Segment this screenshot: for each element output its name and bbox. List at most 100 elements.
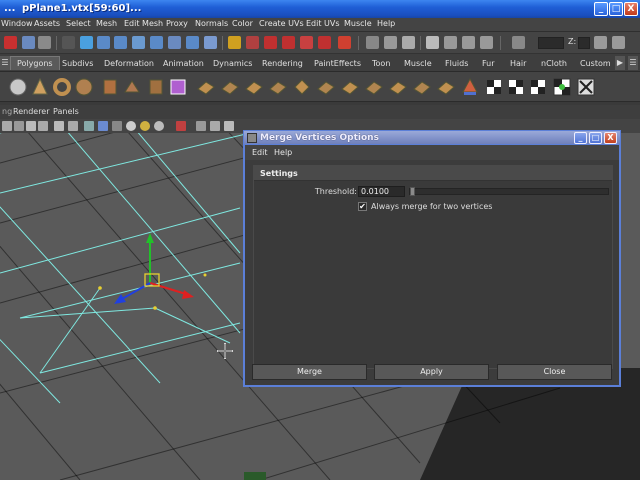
tab-hair[interactable]: Hair bbox=[510, 57, 526, 71]
open-scene-icon[interactable] bbox=[38, 36, 51, 49]
make-live-icon[interactable] bbox=[168, 36, 181, 49]
shelf-scroll-right-icon[interactable]: ▶ bbox=[615, 56, 625, 70]
snap-grid-icon[interactable] bbox=[97, 36, 110, 49]
combine-icon[interactable] bbox=[196, 77, 216, 97]
menu-normals[interactable]: Normals bbox=[195, 19, 228, 28]
shelf-menu-icon[interactable]: ☰ bbox=[0, 56, 10, 70]
film-gate-icon[interactable] bbox=[68, 121, 78, 131]
render-settings-icon[interactable] bbox=[300, 36, 313, 49]
uv-texture-editor-icon[interactable] bbox=[576, 77, 596, 97]
spherical-mapping-icon[interactable] bbox=[528, 77, 548, 97]
insert-edge-loop-icon[interactable] bbox=[388, 77, 408, 97]
average-vertices-icon[interactable] bbox=[316, 77, 336, 97]
cylindrical-mapping-icon[interactable] bbox=[506, 77, 526, 97]
dialog-menu-help[interactable]: Help bbox=[274, 148, 292, 157]
tab-rendering[interactable]: Rendering bbox=[262, 57, 303, 71]
window-menu-icon[interactable]: ... bbox=[4, 0, 15, 18]
offset-edge-loop-icon[interactable] bbox=[412, 77, 432, 97]
menu-create-uvs[interactable]: Create UVs bbox=[259, 19, 304, 28]
split-polygon-icon[interactable] bbox=[364, 77, 384, 97]
tab-fluids[interactable]: Fluids bbox=[445, 57, 468, 71]
wireframe-icon[interactable] bbox=[84, 121, 94, 131]
new-scene-icon[interactable] bbox=[22, 36, 35, 49]
menu-assets[interactable]: Assets bbox=[34, 19, 60, 28]
menu-set-icon[interactable] bbox=[4, 36, 17, 49]
numeric-input-icon[interactable] bbox=[444, 36, 457, 49]
extrude-icon[interactable] bbox=[436, 77, 456, 97]
shadows-icon[interactable] bbox=[140, 121, 150, 131]
dialog-minimize-button[interactable]: _ bbox=[574, 132, 587, 144]
dialog-maximize-button[interactable]: □ bbox=[589, 132, 602, 144]
camera-icon[interactable] bbox=[2, 121, 12, 131]
attribute-editor-icon[interactable] bbox=[612, 36, 625, 49]
threshold-slider-handle[interactable] bbox=[410, 187, 415, 196]
lock-icon[interactable] bbox=[228, 36, 241, 49]
panel-menu-renderer[interactable]: Renderer bbox=[13, 107, 50, 116]
smooth-shade-icon[interactable] bbox=[98, 121, 108, 131]
always-merge-checkbox[interactable]: ✔ bbox=[358, 202, 367, 211]
poly-cone-icon[interactable] bbox=[30, 77, 50, 97]
poly-pipe-icon[interactable] bbox=[100, 77, 120, 97]
extract-icon[interactable] bbox=[244, 77, 264, 97]
poly-prism-icon[interactable] bbox=[122, 77, 142, 97]
merge-button[interactable]: Merge bbox=[252, 364, 367, 380]
layout-icon[interactable] bbox=[366, 36, 379, 49]
snap-curve-icon[interactable] bbox=[114, 36, 127, 49]
close-button[interactable]: X bbox=[624, 2, 638, 16]
isolate-select-icon[interactable] bbox=[176, 121, 186, 131]
poly-cube-icon[interactable] bbox=[168, 77, 188, 97]
threshold-input[interactable]: 0.0100 bbox=[358, 186, 405, 197]
menu-proxy[interactable]: Proxy bbox=[166, 19, 188, 28]
input-line-icon[interactable] bbox=[426, 36, 439, 49]
tab-ncloth[interactable]: nCloth bbox=[541, 57, 567, 71]
tab-deformation[interactable]: Deformation bbox=[104, 57, 154, 71]
dialog-menu-edit[interactable]: Edit bbox=[252, 148, 268, 157]
minimize-button[interactable]: _ bbox=[594, 2, 608, 16]
history-icon[interactable] bbox=[186, 36, 199, 49]
menu-edit-mesh[interactable]: Edit Mesh bbox=[124, 19, 163, 28]
tab-fur[interactable]: Fur bbox=[482, 57, 495, 71]
tab-subdivs[interactable]: Subdivs bbox=[62, 57, 93, 71]
numeric-field[interactable] bbox=[578, 37, 590, 49]
scroll-icon[interactable] bbox=[224, 121, 234, 131]
image-plane-icon[interactable] bbox=[38, 121, 48, 131]
menu-muscle[interactable]: Muscle bbox=[344, 19, 372, 28]
separate-icon[interactable] bbox=[220, 77, 240, 97]
settings-section-header[interactable]: Settings bbox=[254, 166, 612, 181]
boolean-icon[interactable] bbox=[292, 77, 312, 97]
layout-icon[interactable] bbox=[384, 36, 397, 49]
menu-select[interactable]: Select bbox=[66, 19, 91, 28]
tab-painteffects[interactable]: PaintEffects bbox=[314, 57, 361, 71]
shelf-options-icon[interactable]: ☰ bbox=[628, 56, 638, 70]
tab-animation[interactable]: Animation bbox=[163, 57, 204, 71]
poly-soccer-ball-icon[interactable] bbox=[74, 77, 94, 97]
maximize-button[interactable]: □ bbox=[609, 2, 623, 16]
tab-dynamics[interactable]: Dynamics bbox=[213, 57, 252, 71]
apply-button[interactable]: Apply bbox=[374, 364, 489, 380]
tab-toon[interactable]: Toon bbox=[372, 57, 390, 71]
dialog-close-button[interactable]: X bbox=[604, 132, 617, 144]
construction-history-icon[interactable] bbox=[246, 36, 259, 49]
lights-icon[interactable] bbox=[126, 121, 136, 131]
render-view-icon[interactable] bbox=[338, 36, 351, 49]
dialog-title-bar[interactable]: Merge Vertices Options _ □ X bbox=[243, 130, 621, 145]
bookmark-icon[interactable] bbox=[26, 121, 36, 131]
tab-custom[interactable]: Custom bbox=[580, 57, 611, 71]
render-current-icon[interactable] bbox=[264, 36, 277, 49]
menu-mesh[interactable]: Mesh bbox=[96, 19, 117, 28]
move-tool-icon[interactable] bbox=[80, 36, 93, 49]
layout-icon[interactable] bbox=[210, 121, 220, 131]
select-mode-icon[interactable] bbox=[62, 36, 75, 49]
automatic-mapping-icon[interactable] bbox=[552, 77, 572, 97]
xray-icon[interactable] bbox=[154, 121, 164, 131]
snap-view-icon[interactable] bbox=[150, 36, 163, 49]
grid-icon[interactable] bbox=[54, 121, 64, 131]
numeric-input-icon[interactable] bbox=[462, 36, 475, 49]
textured-icon[interactable] bbox=[112, 121, 122, 131]
panel-menu-panels[interactable]: Panels bbox=[53, 107, 79, 116]
numeric-field[interactable] bbox=[538, 37, 564, 49]
bevel-icon[interactable] bbox=[460, 77, 480, 97]
tab-polygons[interactable]: Polygons bbox=[10, 56, 60, 70]
menu-help[interactable]: Help bbox=[377, 19, 395, 28]
fill-hole-icon[interactable] bbox=[340, 77, 360, 97]
